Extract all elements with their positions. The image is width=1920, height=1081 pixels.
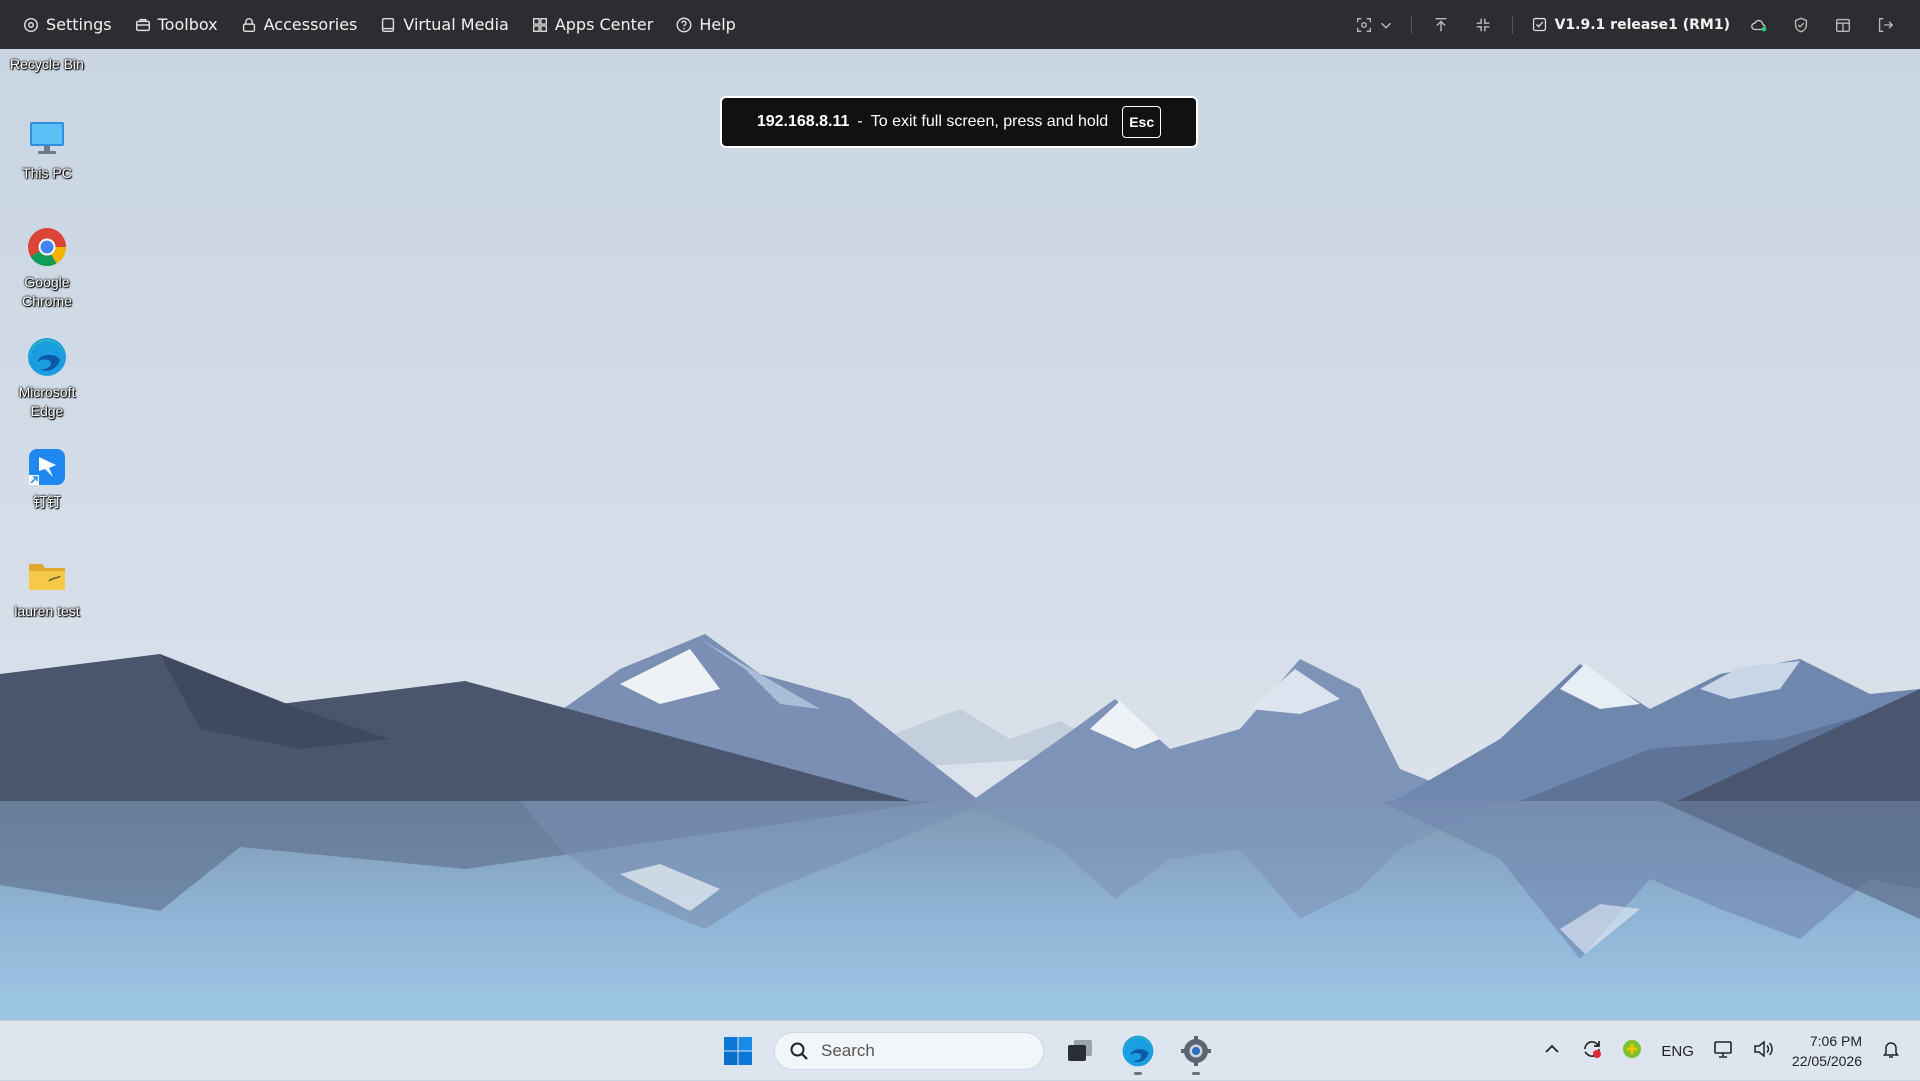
show-hidden-icons-button[interactable] <box>1541 1038 1563 1064</box>
menu-settings[interactable]: Settings <box>22 15 112 34</box>
recycle-bin-icon <box>25 49 69 51</box>
windows-taskbar: Search ENG 7:06 PM 22/05/2026 <box>0 1020 1920 1080</box>
exit-fullscreen-button[interactable] <box>1470 12 1496 38</box>
menu-help-label: Help <box>699 15 736 34</box>
clock[interactable]: 7:06 PM 22/05/2026 <box>1792 1031 1862 1071</box>
chevron-up-icon <box>1545 1044 1560 1053</box>
kvm-toolbar: Settings Toolbox Accessories Virtual Med… <box>0 0 1920 49</box>
toolbar-right-tools: V1.9.1 release1 (RM1) <box>1337 0 1920 49</box>
menu-virtual-media[interactable]: Virtual Media <box>379 15 509 34</box>
version-label: V1.9.1 release1 (RM1) <box>1554 16 1730 33</box>
desktop-icon-lauren-test[interactable]: lauren test <box>6 554 88 621</box>
volume-icon <box>1754 1040 1773 1058</box>
menu-apps-center[interactable]: Apps Center <box>531 15 654 34</box>
desktop-icon-label: This PC <box>22 165 72 181</box>
menu-settings-label: Settings <box>46 15 112 34</box>
toolbar-divider <box>1410 15 1412 34</box>
taskbar-search-box[interactable]: Search <box>774 1032 1044 1070</box>
running-indicator <box>1134 1072 1142 1075</box>
desktop-icon-dingtalk[interactable]: 钉钉 <box>6 445 88 512</box>
help-icon <box>676 17 692 32</box>
remote-desktop[interactable]: 192.168.8.11 - To exit full screen, pres… <box>0 49 1920 1020</box>
network-button[interactable] <box>1712 1038 1734 1064</box>
mountain-lake-wallpaper <box>0 49 1920 1020</box>
notice-ip-address: 192.168.8.11 <box>756 113 850 130</box>
settings-icon <box>23 17 39 32</box>
task-view-button[interactable] <box>1058 1029 1102 1073</box>
screenshot-dropdown[interactable] <box>1377 12 1395 38</box>
window-button[interactable] <box>1830 12 1856 38</box>
language-indicator[interactable]: ENG <box>1661 1043 1694 1060</box>
chevron-down-icon <box>1380 22 1391 29</box>
desktop-icon-label: Google Chrome <box>22 274 72 309</box>
start-button[interactable] <box>716 1029 760 1073</box>
desktop-icon-label: 钉钉 <box>33 494 61 510</box>
taskbar-edge-button[interactable] <box>1116 1029 1160 1075</box>
taskbar-settings-button[interactable] <box>1174 1029 1218 1075</box>
desktop-icon-microsoft-edge[interactable]: Microsoft Edge <box>6 335 88 421</box>
bell-icon <box>1883 1042 1899 1058</box>
menu-toolbox-label: Toolbox <box>157 15 218 34</box>
window-icon <box>1836 18 1850 32</box>
notifications-button[interactable] <box>1880 1038 1902 1064</box>
fullscreen-exit-notice: 192.168.8.11 - To exit full screen, pres… <box>720 96 1198 148</box>
menu-accessories-label: Accessories <box>263 15 358 34</box>
settings-gear-icon <box>1181 1036 1211 1066</box>
monitor-icon <box>25 116 69 160</box>
menu-virtual-media-label: Virtual Media <box>403 15 509 34</box>
exit-fullscreen-icon <box>1476 18 1489 31</box>
system-tray: ENG 7:06 PM 22/05/2026 <box>1541 1021 1920 1081</box>
clock-date: 22/05/2026 <box>1791 1053 1862 1069</box>
running-indicator <box>1192 1072 1200 1075</box>
desktop-icon-label: Microsoft Edge <box>18 384 76 419</box>
shield-icon <box>1794 17 1808 32</box>
version-check-icon <box>1532 17 1546 32</box>
menu-toolbox[interactable]: Toolbox <box>134 15 218 34</box>
desktop-icon-this-pc[interactable]: This PC <box>6 116 88 183</box>
menu-accessories[interactable]: Accessories <box>240 15 358 34</box>
notice-separator: - <box>857 113 863 130</box>
pin-top-button[interactable] <box>1428 12 1454 38</box>
volume-button[interactable] <box>1752 1038 1774 1064</box>
esc-key-badge: Esc <box>1122 106 1162 138</box>
folder-icon <box>25 554 69 598</box>
desktop-icon-label: Recycle Bin <box>10 56 84 72</box>
cloud-status-button[interactable] <box>1746 12 1772 38</box>
version-info[interactable]: V1.9.1 release1 (RM1) <box>1531 16 1730 33</box>
pin-top-icon <box>1435 17 1446 31</box>
search-icon <box>790 1042 808 1060</box>
app-tray-button[interactable] <box>1621 1038 1643 1064</box>
security-button[interactable] <box>1788 12 1814 38</box>
lock-icon <box>242 17 255 32</box>
apps-grid-icon <box>532 17 547 32</box>
desktop-icon-google-chrome[interactable]: Google Chrome <box>6 225 88 311</box>
screenshot-button[interactable] <box>1353 12 1375 38</box>
dingtalk-icon <box>25 445 69 489</box>
toolbar-divider <box>1511 15 1513 34</box>
sync-alert-icon <box>1584 1041 1602 1058</box>
desktop-icon-label: lauren test <box>14 603 80 619</box>
chrome-icon <box>25 225 69 269</box>
toolbox-icon <box>135 18 150 31</box>
edge-icon <box>25 335 69 379</box>
cloud-status-icon <box>1751 19 1767 31</box>
clock-time: 7:06 PM <box>1809 1033 1862 1049</box>
toolbar-menu: Settings Toolbox Accessories Virtual Med… <box>0 0 758 49</box>
screenshot-icon <box>1356 17 1371 32</box>
logout-icon <box>1878 17 1894 32</box>
windows-logo-icon <box>724 1037 752 1065</box>
desktop-icon-recycle-bin[interactable]: Recycle Bin <box>6 49 88 74</box>
search-placeholder: Search <box>821 1041 875 1060</box>
green-plus-icon <box>1623 1040 1642 1058</box>
sync-tray-button[interactable] <box>1581 1038 1603 1064</box>
taskbar-center: Search <box>716 1021 1218 1081</box>
virtual-media-icon <box>382 17 395 32</box>
logout-button[interactable] <box>1872 12 1898 38</box>
notice-text: To exit full screen, press and hold <box>870 113 1109 130</box>
network-icon <box>1714 1041 1732 1058</box>
menu-apps-center-label: Apps Center <box>554 15 654 34</box>
task-view-icon <box>1068 1040 1092 1061</box>
edge-icon <box>1122 1035 1154 1067</box>
menu-help[interactable]: Help <box>675 15 736 34</box>
